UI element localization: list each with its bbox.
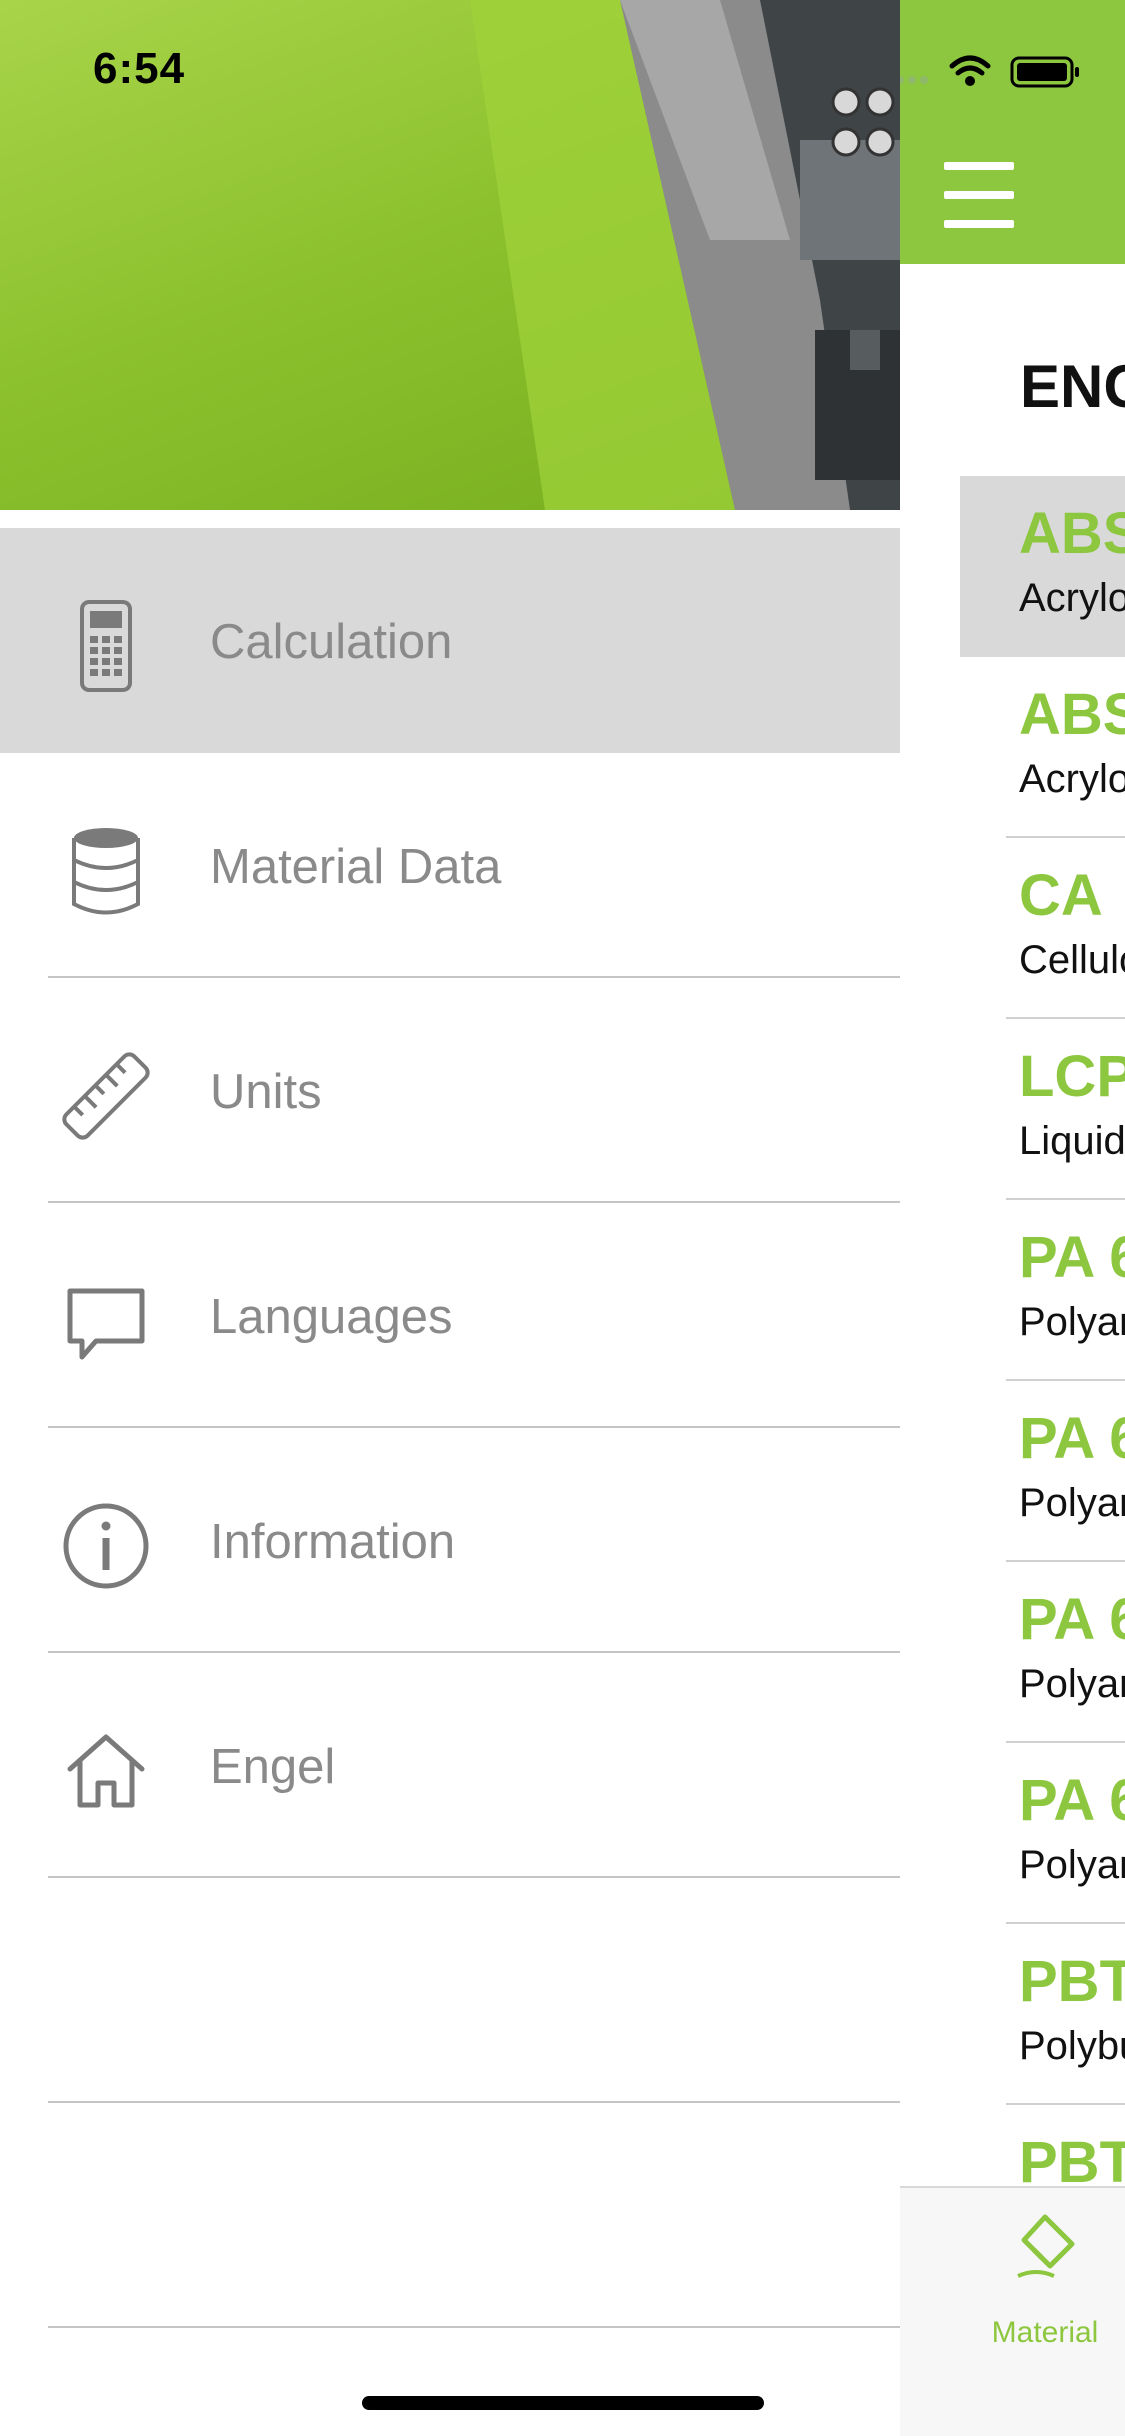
menu-item-information[interactable]: Information: [0, 1428, 900, 1653]
home-icon: [67, 1734, 145, 1808]
menu-item-engel[interactable]: Engel: [0, 1653, 900, 1878]
material-screen: ENG ABS Acrylo ABS Acrylo CA Cellulo LCP…: [900, 0, 1125, 2436]
material-row[interactable]: LCP Liquid: [960, 1019, 1125, 1200]
menu-item-calculation[interactable]: Calculation: [0, 528, 900, 753]
material-code: PA 6: [1019, 1587, 1125, 1652]
material-name: Liquid: [1019, 1119, 1125, 1163]
material-code: CA: [1019, 863, 1103, 928]
status-time: 6:54: [93, 44, 186, 93]
material-code: PA 6: [1019, 1768, 1125, 1833]
home-indicator[interactable]: [362, 2396, 764, 2410]
drawer-header-image: 6:54: [0, 0, 900, 510]
ruler-icon: [62, 1052, 150, 1140]
battery-icon: [1010, 56, 1079, 88]
pencil-tag-icon: [1017, 2214, 1075, 2278]
calculator-icon: [80, 600, 132, 692]
tab-material[interactable]: Material: [960, 2316, 1125, 2350]
wifi-icon: [949, 55, 991, 76]
material-name: Acrylo: [1019, 757, 1125, 801]
material-code: PBT: [1019, 1949, 1125, 2014]
material-row[interactable]: PBT Polybu: [960, 1924, 1125, 2105]
menu-label: Units: [210, 1065, 322, 1119]
material-row[interactable]: PA 6 Polyam: [960, 1562, 1125, 1743]
material-code: ABS: [1019, 501, 1125, 566]
material-row[interactable]: PA 6 Polyam: [960, 1200, 1125, 1381]
side-drawer: 6:54 Calculation Material Data Units Lan…: [0, 0, 900, 2436]
database-icon: [72, 828, 140, 915]
material-name: Polyam: [1019, 1843, 1125, 1887]
material-name: Polyam: [1019, 1662, 1125, 1706]
material-name: Polyam: [1019, 1300, 1125, 1344]
status-icons: [900, 55, 1079, 88]
cellular-signal-icon: [900, 76, 928, 84]
drawer-menu: Calculation Material Data Units Language…: [0, 528, 900, 2328]
material-name: Polyam: [1019, 1481, 1125, 1525]
material-list: ABS Acrylo ABS Acrylo CA Cellulo LCP Liq…: [960, 476, 1125, 2286]
material-code: PA 6: [1019, 1406, 1125, 1471]
material-row[interactable]: PA 6 Polyam: [960, 1743, 1125, 1924]
menu-item-languages[interactable]: Languages: [0, 1203, 900, 1428]
material-row[interactable]: ABS Acrylo: [960, 476, 1125, 657]
material-row[interactable]: PA 6 Polyam: [960, 1381, 1125, 1562]
material-name: Cellulo: [1019, 938, 1125, 982]
menu-label: Engel: [210, 1740, 336, 1794]
material-name: Polybu: [1019, 2024, 1125, 2068]
tab-bar: Material: [900, 2186, 1125, 2436]
menu-item-empty: [0, 1878, 900, 2103]
section-title: ENG: [1020, 353, 1125, 420]
menu-label: Languages: [210, 1290, 453, 1344]
material-code: ABS: [1019, 682, 1125, 747]
material-name: Acrylo: [1019, 576, 1125, 620]
menu-item-empty: [0, 2103, 900, 2328]
hamburger-menu-button[interactable]: [944, 162, 1014, 228]
info-icon: [63, 1503, 149, 1589]
material-code: LCP: [1019, 1044, 1125, 1109]
menu-item-material-data[interactable]: Material Data: [0, 753, 900, 978]
nav-bar: [900, 0, 1125, 264]
menu-label: Information: [210, 1515, 456, 1569]
material-code: PA 6: [1019, 1225, 1125, 1290]
material-row[interactable]: CA Cellulo: [960, 838, 1125, 1019]
speech-bubble-icon: [67, 1288, 145, 1360]
material-row[interactable]: ABS Acrylo: [960, 657, 1125, 838]
menu-item-units[interactable]: Units: [0, 978, 900, 1203]
menu-label: Material Data: [210, 840, 502, 894]
menu-label: Calculation: [210, 615, 453, 669]
